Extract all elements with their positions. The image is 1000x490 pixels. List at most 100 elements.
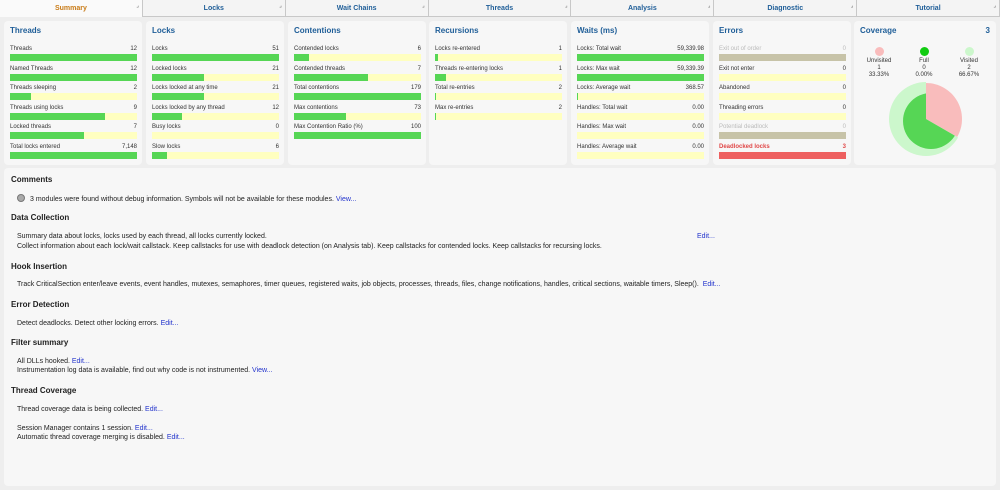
tab-tutorial[interactable]: Tutorial ⌟: [857, 0, 1000, 17]
stat-row[interactable]: Locks locked at any time 21: [152, 85, 279, 105]
stat-row[interactable]: Locked threads 7: [10, 124, 137, 144]
stat-bar: [10, 112, 137, 120]
stat-label: Locks locked by any thread: [152, 104, 225, 111]
contentions-panel: Contentions Contended locks 6 Contended th…: [288, 21, 426, 165]
stat-bar: [577, 73, 704, 81]
stat-bar-fill: [10, 73, 137, 81]
filter-edit-link[interactable]: Edit...: [72, 358, 90, 365]
stat-value: 59,339.39: [677, 65, 704, 72]
stat-row[interactable]: Threading errors 0: [719, 105, 846, 125]
stat-row[interactable]: Total locks entered 7,148: [10, 144, 137, 164]
stat-value: 179: [410, 85, 421, 91]
stat-row[interactable]: Max re-entries 2: [435, 105, 562, 125]
merging-edit-link[interactable]: Edit...: [167, 434, 185, 441]
session-manager-edit-link[interactable]: Edit...: [135, 425, 153, 432]
stat-row[interactable]: Max Contention Ratio (%) 100: [294, 124, 421, 144]
stat-row[interactable]: Deadlocked locks 3: [719, 144, 846, 164]
comments-text: 3 modules were found without debug infor…: [17, 194, 356, 203]
stat-bar-fill: [435, 112, 437, 120]
panel-title: Errors: [719, 26, 744, 35]
stat-label: Exit not enter: [719, 65, 755, 72]
stat-row[interactable]: Handles: Max wait 0.00: [577, 124, 704, 144]
stat-row[interactable]: Threads 12: [10, 46, 137, 66]
stat-bar-fill: [577, 73, 704, 81]
tab-analysis[interactable]: Analysis ⌟: [571, 0, 715, 17]
stat-row[interactable]: Locks: Average wait 368.57: [577, 85, 704, 105]
stat-label: Contended threads: [294, 65, 346, 72]
stat-row[interactable]: Busy locks 0: [152, 124, 279, 144]
stat-row[interactable]: Handles: Average wait 0.00: [577, 144, 704, 164]
stat-row[interactable]: Abandoned 0: [719, 85, 846, 105]
expand-icon: ⌟: [565, 3, 568, 9]
stat-bar: [10, 132, 137, 139]
tab-summary[interactable]: Summary ⌟: [0, 0, 143, 17]
stat-row[interactable]: Threads sleeping 2: [10, 85, 137, 105]
edit-link[interactable]: Edit...: [697, 233, 715, 240]
tab-wait-chains[interactable]: Wait Chains ⌟: [286, 0, 429, 17]
view-modules-link[interactable]: View...: [336, 196, 357, 203]
stat-row[interactable]: Contended threads 7: [294, 66, 421, 86]
stat-row[interactable]: Threads using locks 9: [10, 105, 137, 125]
data-collection-heading: Data Collection: [11, 213, 70, 222]
stat-bar: [719, 93, 846, 100]
stat-bar-fill: [294, 112, 347, 120]
tab-threads[interactable]: Threads ⌟: [429, 0, 572, 17]
legend-visited: Visited 2 66.67%: [949, 47, 989, 79]
stat-label: Potential deadlock: [719, 124, 769, 130]
tab-label: Summary: [54, 5, 87, 12]
stat-row[interactable]: Locks: Total wait 59,339.98: [577, 46, 704, 66]
stat-label: Threads sleeping: [10, 85, 57, 91]
instrumentation-view-link[interactable]: View...: [252, 367, 273, 374]
hook-insertion-text: Track CriticalSection enter/leave events…: [17, 281, 721, 288]
stat-label: Locks re-entered: [435, 46, 481, 52]
thread-coverage-edit-link[interactable]: Edit...: [145, 406, 163, 413]
stat-row[interactable]: Total contentions 179: [294, 85, 421, 105]
filter-summary-line1: All DLLs hooked. Edit...: [17, 358, 90, 365]
error-detection-heading: Error Detection: [11, 300, 70, 309]
tab-bar: Summary ⌟ Locks ⌟ Wait Chains ⌟ Threads ⌟ An…: [0, 0, 1000, 17]
merging-message: Automatic thread coverage merging is dis…: [17, 434, 165, 441]
tab-locks[interactable]: Locks ⌟: [143, 0, 286, 17]
stat-row[interactable]: Exit out of order 0: [719, 46, 846, 66]
stat-row[interactable]: Locks re-entered 1: [435, 46, 562, 66]
legend-label: Visited: [960, 58, 978, 64]
coverage-panel: Coverage 3 Unvisited 1 33.33% Full 0 0.0…: [854, 21, 996, 165]
stat-row[interactable]: Total re-entries 2: [435, 85, 562, 105]
thread-coverage-heading: Thread Coverage: [11, 386, 77, 395]
stat-label: Threads re-entering locks: [435, 65, 504, 72]
stat-row[interactable]: Named Threads 12: [10, 66, 137, 86]
stat-row[interactable]: Locks 51: [152, 46, 279, 66]
stat-bar-fill: [435, 93, 437, 100]
stat-row[interactable]: Locks locked by any thread 12: [152, 105, 279, 125]
stat-row[interactable]: Threads re-entering locks 1: [435, 66, 562, 86]
stat-label: Max contentions: [294, 104, 338, 111]
stat-bar: [152, 54, 279, 61]
comments-heading: Comments: [11, 175, 53, 184]
stat-row[interactable]: Contended locks 6: [294, 46, 421, 66]
stat-row[interactable]: Exit not enter 0: [719, 66, 846, 86]
error-detection-edit-link[interactable]: Edit...: [161, 320, 179, 327]
hook-insertion-edit-link[interactable]: Edit...: [703, 281, 721, 288]
stat-row[interactable]: Locks: Max wait 59,339.39: [577, 66, 704, 86]
data-collection-edit-link[interactable]: Edit...: [697, 233, 715, 240]
stat-value: 6: [275, 143, 279, 150]
stat-row[interactable]: Slow locks 6: [152, 144, 279, 164]
session-manager-line: Session Manager contains 1 session. Edit…: [17, 425, 153, 432]
coverage-pie-chart: [889, 82, 962, 156]
summary-content: Comments 3 modules were found without de…: [4, 168, 996, 486]
stat-label: Handles: Average wait: [577, 143, 637, 150]
stat-row[interactable]: Max contentions 73: [294, 105, 421, 125]
stat-label: Max Contention Ratio (%): [294, 124, 363, 130]
stat-value: 0: [275, 124, 279, 130]
legend-label: Full: [919, 58, 929, 64]
stat-bar: [577, 112, 704, 120]
stat-bar: [294, 93, 421, 100]
expand-icon: ⌟: [136, 3, 139, 9]
stat-row[interactable]: Potential deadlock 0: [719, 124, 846, 144]
tab-label: Diagnostic: [767, 5, 804, 12]
stat-row[interactable]: Handles: Total wait 0.00: [577, 105, 704, 125]
stat-row[interactable]: Locked locks 21: [152, 66, 279, 86]
tab-diagnostic[interactable]: Diagnostic ⌟: [714, 0, 858, 17]
stat-bar: [719, 132, 846, 139]
thread-coverage-line1: Thread coverage data is being collected.…: [17, 406, 163, 413]
